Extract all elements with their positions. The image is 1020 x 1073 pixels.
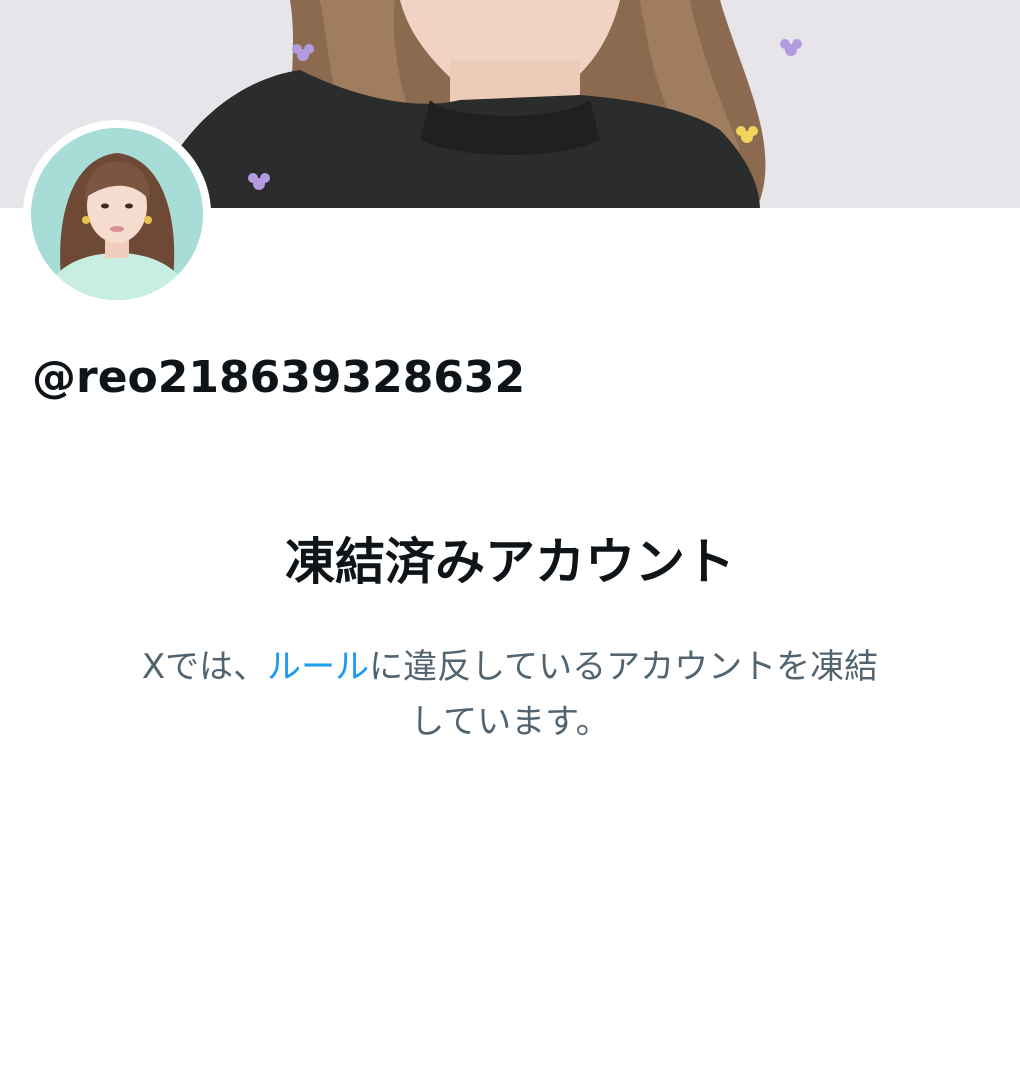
message-middle: に違反しているアカウントを凍結	[369, 647, 879, 687]
rules-link[interactable]: ルール	[267, 647, 369, 687]
suspended-account-title: 凍結済みアカウント	[285, 533, 735, 591]
profile-handle: @reo218639328632	[32, 352, 526, 403]
suspension-message: Xでは、ルールに違反しているアカウントを凍結しています。	[60, 640, 960, 750]
profile-avatar[interactable]	[23, 120, 211, 308]
message-prefix: Xでは、	[141, 647, 268, 687]
message-suffix: しています。	[410, 702, 610, 742]
avatar-image	[31, 128, 203, 300]
suspended-profile-page: @reo218639328632 凍結済みアカウント Xでは、ルールに違反してい…	[0, 0, 1020, 1073]
